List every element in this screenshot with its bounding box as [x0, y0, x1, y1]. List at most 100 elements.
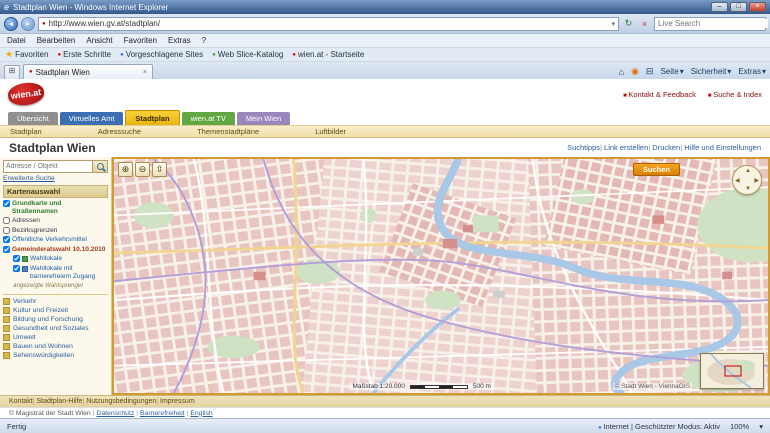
map-search-button[interactable]: Suchen — [632, 163, 680, 176]
favorite-item[interactable]: ● Web Slice-Katalog — [212, 50, 283, 59]
footer-link-english[interactable]: English — [185, 410, 212, 417]
layer-row[interactable]: Wahllokale — [13, 255, 108, 263]
home-button[interactable]: ⌂ — [619, 67, 624, 77]
overview-minimap[interactable] — [700, 353, 764, 389]
tab-mein-wien[interactable]: Mein Wien — [236, 112, 291, 125]
category-bildung[interactable]: Bildung und Forschung — [3, 316, 108, 324]
menu-favoriten[interactable]: Favoriten — [124, 36, 157, 45]
footer-link-datenschutz[interactable]: Datenschutz — [91, 410, 134, 417]
category-kultur[interactable]: Kultur und Freizeit — [3, 307, 108, 315]
footer-copyright: © Magistrat der Stadt Wien — [9, 409, 91, 417]
zoom-level[interactable]: 100% — [730, 422, 749, 431]
footer-link-kontakt[interactable]: Kontakt — [9, 398, 33, 405]
map-pan-control[interactable]: ▲ ▼ ◀ ▶ — [732, 165, 762, 195]
sidebar-search-input[interactable] — [3, 160, 93, 173]
zoom-in-button[interactable]: ⊕ — [118, 162, 133, 177]
pan-tool-button[interactable]: ⇳ — [152, 162, 167, 177]
layer-checkbox[interactable] — [13, 265, 20, 273]
layer-row[interactable]: Grundkarte und Straßennamen — [3, 200, 108, 215]
header-link-suche[interactable]: Suche & Index — [708, 90, 762, 99]
url-box[interactable]: ● ▾ — [38, 16, 619, 31]
tab-uebersicht[interactable]: Übersicht — [8, 112, 58, 125]
map-viewport[interactable]: ⊕ ⊖ ⇳ Suchen ▲ ▼ ◀ ▶ Maßstab 1:20.000 50… — [112, 157, 770, 395]
tab-stadtplan-active[interactable]: Stadtplan — [125, 110, 180, 125]
pan-east-arrow-icon[interactable]: ▶ — [754, 178, 759, 184]
category-sehenswuerdigkeiten[interactable]: Sehenswürdigkeiten — [3, 352, 108, 360]
tab-close-icon[interactable]: × — [143, 69, 147, 76]
layer-row[interactable]: Adressen — [3, 217, 108, 225]
wien-at-logo[interactable]: wien.at — [6, 80, 46, 108]
window-titlebar[interactable]: e Stadtplan Wien - Windows Internet Expl… — [0, 0, 770, 14]
category-bauen[interactable]: Bauen und Wohnen — [3, 343, 108, 351]
maximize-button[interactable]: □ — [730, 2, 747, 12]
subnav-themenstadtplaene[interactable]: Themenstadtpläne — [197, 127, 259, 136]
layer-checkbox[interactable] — [3, 226, 10, 234]
feeds-button[interactable]: ◉ — [631, 66, 639, 77]
minimize-button[interactable]: – — [711, 2, 728, 12]
link-drucken[interactable]: Drucken — [648, 143, 680, 152]
back-button[interactable]: ◄ — [4, 16, 18, 31]
category-verkehr[interactable]: Verkehr — [3, 298, 108, 306]
tab-virtuelles-amt[interactable]: Virtuelles Amt — [59, 112, 124, 125]
link-suchtipps[interactable]: Suchtipps — [567, 143, 600, 152]
tab-wien-at-tv[interactable]: wien.at TV — [181, 112, 235, 125]
category-umwelt[interactable]: Umwelt — [3, 334, 108, 342]
forward-button[interactable]: ► — [21, 16, 35, 31]
link-link-erstellen[interactable]: Link erstellen — [600, 143, 648, 152]
menu-extras[interactable]: Extras — [168, 36, 191, 45]
subnav-stadtplan[interactable]: Stadtplan — [10, 127, 42, 136]
layer-row[interactable]: Öffentliche Verkehrsmittel — [3, 236, 108, 244]
menu-hilfe[interactable]: ? — [202, 36, 206, 45]
layer-row[interactable]: Bezirksgrenzen — [3, 226, 108, 235]
layer-checkbox[interactable] — [3, 217, 10, 225]
menu-datei[interactable]: Datei — [7, 36, 26, 45]
zoom-dropdown-icon[interactable]: ▾ — [759, 422, 763, 431]
close-button[interactable]: × — [749, 2, 766, 12]
footer-link-impressum[interactable]: Impressum — [156, 398, 195, 405]
pan-west-arrow-icon[interactable]: ◀ — [735, 178, 740, 184]
pan-north-arrow-icon[interactable]: ▲ — [745, 168, 751, 174]
print-button[interactable]: ⊟ — [646, 66, 654, 77]
favorite-item[interactable]: ● Erste Schritte — [57, 50, 111, 59]
url-input[interactable] — [48, 19, 609, 28]
stop-icon[interactable]: × — [638, 19, 651, 29]
tools-menu-button[interactable]: Extras ▾ — [738, 67, 766, 76]
browser-tab[interactable]: ● Stadtplan Wien × — [23, 64, 153, 79]
favorites-button[interactable]: ★ Favoriten — [5, 49, 48, 60]
quicktabs-button[interactable]: ⊞ — [4, 65, 20, 79]
map-scale: Maßstab 1:20.000 500 m — [349, 383, 494, 390]
footer-link-hilfe[interactable]: Stadtplan-Hilfe — [33, 398, 83, 405]
layer-checkbox[interactable] — [3, 200, 10, 207]
page-menu-button[interactable]: Seite ▾ — [660, 67, 683, 76]
safety-menu-button[interactable]: Sicherheit ▾ — [691, 67, 732, 76]
menu-bearbeiten[interactable]: Bearbeiten — [37, 36, 76, 45]
subnav-luftbilder[interactable]: Luftbilder — [315, 127, 346, 136]
footer-link-nutzung[interactable]: Nutzungsbedingungen — [82, 398, 156, 405]
zoom-out-button[interactable]: ⊖ — [135, 162, 150, 177]
kartenauswahl-header[interactable]: Kartenauswahl — [3, 185, 108, 198]
layer-checkbox[interactable] — [3, 236, 10, 244]
layer-row[interactable]: Wahllokale mit barrierefreiem Zugang — [13, 265, 108, 280]
tab-title: Stadtplan Wien — [35, 67, 90, 77]
search-icon — [96, 163, 104, 170]
layer-checkbox[interactable] — [3, 245, 10, 253]
map-image[interactable] — [114, 159, 768, 393]
menu-ansicht[interactable]: Ansicht — [86, 36, 112, 45]
favorite-item[interactable]: ● Vorgeschlagene Sites — [120, 50, 203, 59]
browser-status-bar: Fertig Internet | Geschützter Modus: Akt… — [0, 418, 770, 433]
header-link-kontakt[interactable]: Kontakt & Feedback — [623, 90, 696, 99]
layer-checkbox[interactable] — [13, 255, 20, 263]
browser-search-box[interactable] — [654, 16, 768, 31]
favorite-item[interactable]: ● wien.at - Startseite — [292, 50, 364, 59]
url-dropdown-icon[interactable]: ▾ — [611, 20, 615, 28]
category-gesundheit[interactable]: Gesundheit und Soziales — [3, 325, 108, 333]
browser-search-input[interactable] — [658, 19, 768, 28]
pan-south-arrow-icon[interactable]: ▼ — [745, 186, 751, 192]
footer-link-barrierefreiheit[interactable]: Barrierefreiheit — [134, 410, 185, 417]
advanced-search-link[interactable]: Erweiterte Suche — [3, 175, 108, 182]
sidebar-search-button[interactable] — [93, 160, 108, 173]
subnav-adresssuche[interactable]: Adresssuche — [98, 127, 141, 136]
link-hilfe[interactable]: Hilfe und Einstellungen — [680, 143, 761, 152]
layer-row[interactable]: Gemeinderatswahl 10.10.2010 — [3, 245, 108, 254]
refresh-icon[interactable]: ↻ — [622, 18, 635, 29]
